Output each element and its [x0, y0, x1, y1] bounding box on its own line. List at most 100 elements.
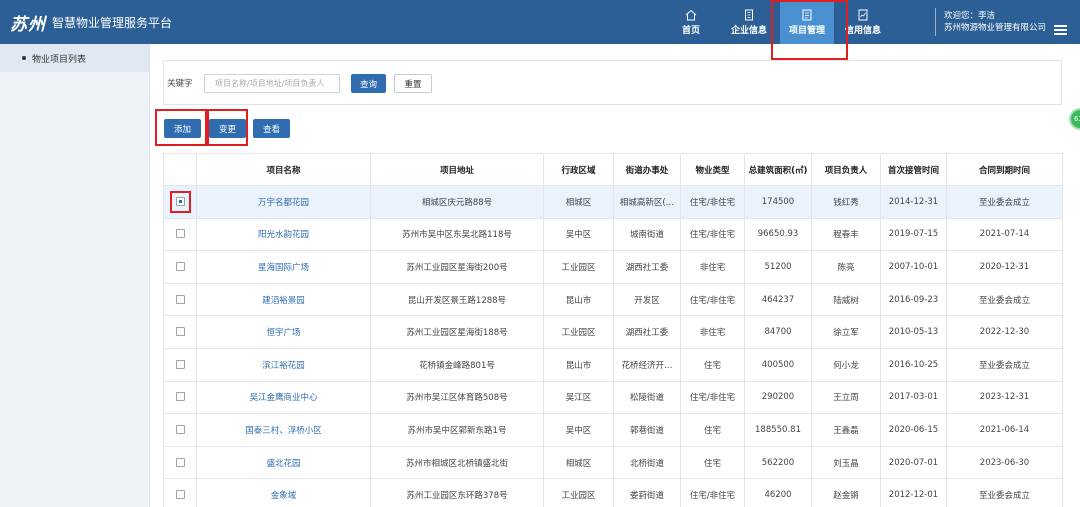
table-cell: 吴中区 [543, 413, 614, 447]
table-row[interactable]: 万宇名都花园 相城区庆元路88号 相城区 相城高新区(… 住宅/非住宅 174500 钱红秀… [163, 185, 1063, 219]
table-cell: 2023-06-30 [946, 445, 1063, 480]
table-row[interactable]: 滨江裕花园 花桥镇金峰路801号 昆山市 花桥经济开… 住宅 400500 何小龙 2016-… [163, 347, 1063, 382]
table-cell: 苏州工业园区东环路378号 [370, 478, 544, 507]
table-cell: 562200 [744, 445, 812, 480]
nav-credit-info[interactable]: 信用信息 [836, 0, 890, 44]
row-select-cell[interactable] [163, 445, 197, 480]
table-cell: 王立周 [811, 380, 881, 415]
view-button[interactable]: 查看 [253, 119, 290, 138]
table-cell: 2021-07-14 [946, 217, 1063, 252]
row-select-cell[interactable] [163, 413, 197, 447]
row-select-cell[interactable] [163, 478, 197, 507]
row-checkbox[interactable] [175, 294, 185, 304]
table-row[interactable]: 阳光水韵花园 苏州市吴中区东吴北路118号 吴中区 城南街道 住宅/非住宅 96650.9… [163, 217, 1063, 252]
table-cell: 至业委会成立 [946, 347, 1063, 382]
table-cell: 相城区 [543, 185, 614, 219]
project-name-link[interactable]: 金象域 [196, 478, 371, 507]
table-cell: 程春丰 [811, 217, 881, 252]
project-name-link[interactable]: 滨江裕花园 [196, 347, 371, 382]
project-name-link[interactable]: 万宇名都花园 [196, 185, 371, 219]
row-checkbox[interactable] [175, 424, 185, 434]
row-checkbox[interactable] [175, 327, 185, 337]
row-checkbox[interactable] [175, 261, 185, 271]
row-checkbox[interactable] [175, 229, 185, 239]
row-checkbox[interactable] [175, 359, 185, 369]
table-cell: 苏州市相城区北桥镇盛北街 [370, 445, 544, 480]
row-select-cell[interactable] [163, 347, 197, 382]
table-cell: 开发区 [613, 282, 681, 317]
table-cell: 非住宅 [680, 315, 745, 349]
project-name-link[interactable]: 吴江金鹰商业中心 [196, 380, 371, 415]
app-logo[interactable]: 苏州 智慧物业管理服务平台 [10, 10, 172, 35]
query-button[interactable]: 查询 [351, 74, 386, 93]
table-cell: 湖西社工委 [613, 250, 681, 284]
row-select-cell[interactable] [163, 250, 197, 284]
change-button[interactable]: 变更 [209, 119, 246, 138]
nav-company-label: 企业信息 [730, 25, 767, 36]
search-panel: 关键字 项目名称/项目地址/项目负责人 查询 重置 [163, 60, 1062, 105]
project-name-link[interactable]: 国泰三村、浮桥小区 [196, 413, 371, 447]
row-select-cell[interactable] [163, 217, 197, 252]
table-cell: 昆山开发区景王路1288号 [370, 282, 544, 317]
table-cell: 2020-07-01 [880, 445, 947, 480]
floating-badge[interactable]: 63 [1069, 108, 1080, 130]
row-select-cell[interactable] [163, 185, 197, 219]
table-cell: 工业园区 [543, 315, 614, 349]
table-cell: 2007-10-01 [880, 250, 947, 284]
row-checkbox[interactable] [175, 457, 185, 467]
table-cell: 2023-12-31 [946, 380, 1063, 415]
row-select-cell[interactable] [163, 315, 197, 349]
table-cell: 174500 [744, 185, 812, 219]
hamburger-menu-icon[interactable] [1054, 25, 1067, 35]
table-row[interactable]: 盛北花园 苏州市相城区北桥镇盛北街 相城区 北桥街道 住宅 562200 刘玉晶 2020-0… [163, 445, 1063, 480]
row-checkbox[interactable] [175, 196, 185, 206]
credit-icon [858, 9, 868, 20]
row-checkbox[interactable] [175, 490, 185, 500]
reset-button[interactable]: 重置 [394, 74, 432, 93]
table-row[interactable]: 恒宇广场 苏州工业园区星海街188号 工业园区 湖西社工委 非住宅 84700 徐立军 201… [163, 315, 1063, 349]
project-name-link[interactable]: 阳光水韵花园 [196, 217, 371, 252]
table-cell: 娄葑街道 [613, 478, 681, 507]
building-icon [745, 9, 753, 20]
table-cell: 2017-03-01 [880, 380, 947, 415]
user-info: 欢迎您：李洁 苏州物源物业管理有限公司 [944, 10, 1046, 34]
user-greeting: 欢迎您：李洁 [944, 11, 996, 21]
table-cell: 住宅/非住宅 [680, 217, 745, 252]
project-name-link[interactable]: 盛北花园 [196, 445, 371, 480]
row-select-cell[interactable] [163, 380, 197, 415]
table-cell: 何小龙 [811, 347, 881, 382]
project-name-link[interactable]: 星海国际广场 [196, 250, 371, 284]
table-cell: 2012-12-01 [880, 478, 947, 507]
table-cell: 非住宅 [680, 250, 745, 284]
user-company: 苏州物源物业管理有限公司 [944, 23, 1047, 33]
column-header: 项目地址 [370, 153, 544, 186]
table-cell: 昆山市 [543, 347, 614, 382]
nav-credit-label: 信用信息 [844, 25, 881, 36]
row-checkbox[interactable] [175, 392, 185, 402]
nav-company-info[interactable]: 企业信息 [722, 0, 776, 44]
table-cell: 96650.93 [744, 217, 812, 252]
table-cell: 郭巷街道 [613, 413, 681, 447]
sidebar: 物业项目列表 [0, 44, 150, 507]
table-cell: 2021-06-14 [946, 413, 1063, 447]
table-row[interactable]: 金象域 苏州工业园区东环路378号 工业园区 娄葑街道 住宅/非住宅 46200 赵金锵 20… [163, 478, 1063, 507]
nav-project-management[interactable]: 项目管理 [780, 0, 834, 44]
table-cell: 2020-06-15 [880, 413, 947, 447]
project-icon [802, 9, 812, 20]
add-button[interactable]: 添加 [164, 119, 201, 138]
nav-home[interactable]: 首页 [664, 0, 718, 44]
table-row[interactable]: 星海国际广场 苏州工业园区星海街200号 工业园区 湖西社工委 非住宅 51200 陈亮 20… [163, 250, 1063, 284]
table-row[interactable]: 建滔裕景园 昆山开发区景王路1288号 昆山市 开发区 住宅/非住宅 464237 陆威树 2… [163, 282, 1063, 317]
column-header: 物业类型 [680, 153, 745, 186]
table-cell: 2016-10-25 [880, 347, 947, 382]
project-name-link[interactable]: 建滔裕景园 [196, 282, 371, 317]
table-row[interactable]: 国泰三村、浮桥小区 苏州市吴中区郭新东路1号 吴中区 郭巷街道 住宅 188550.81 王… [163, 413, 1063, 447]
table-cell: 城南街道 [613, 217, 681, 252]
sidebar-item-project-list[interactable]: 物业项目列表 [0, 44, 149, 72]
table-cell: 吴中区 [543, 217, 614, 252]
nav-home-label: 首页 [681, 25, 700, 36]
table-row[interactable]: 吴江金鹰商业中心 苏州市吴江区体育路508号 吴江区 松陵街道 住宅/非住宅 290200… [163, 380, 1063, 415]
keyword-search-input[interactable]: 项目名称/项目地址/项目负责人 [204, 74, 340, 93]
row-select-cell[interactable] [163, 282, 197, 317]
project-name-link[interactable]: 恒宇广场 [196, 315, 371, 349]
